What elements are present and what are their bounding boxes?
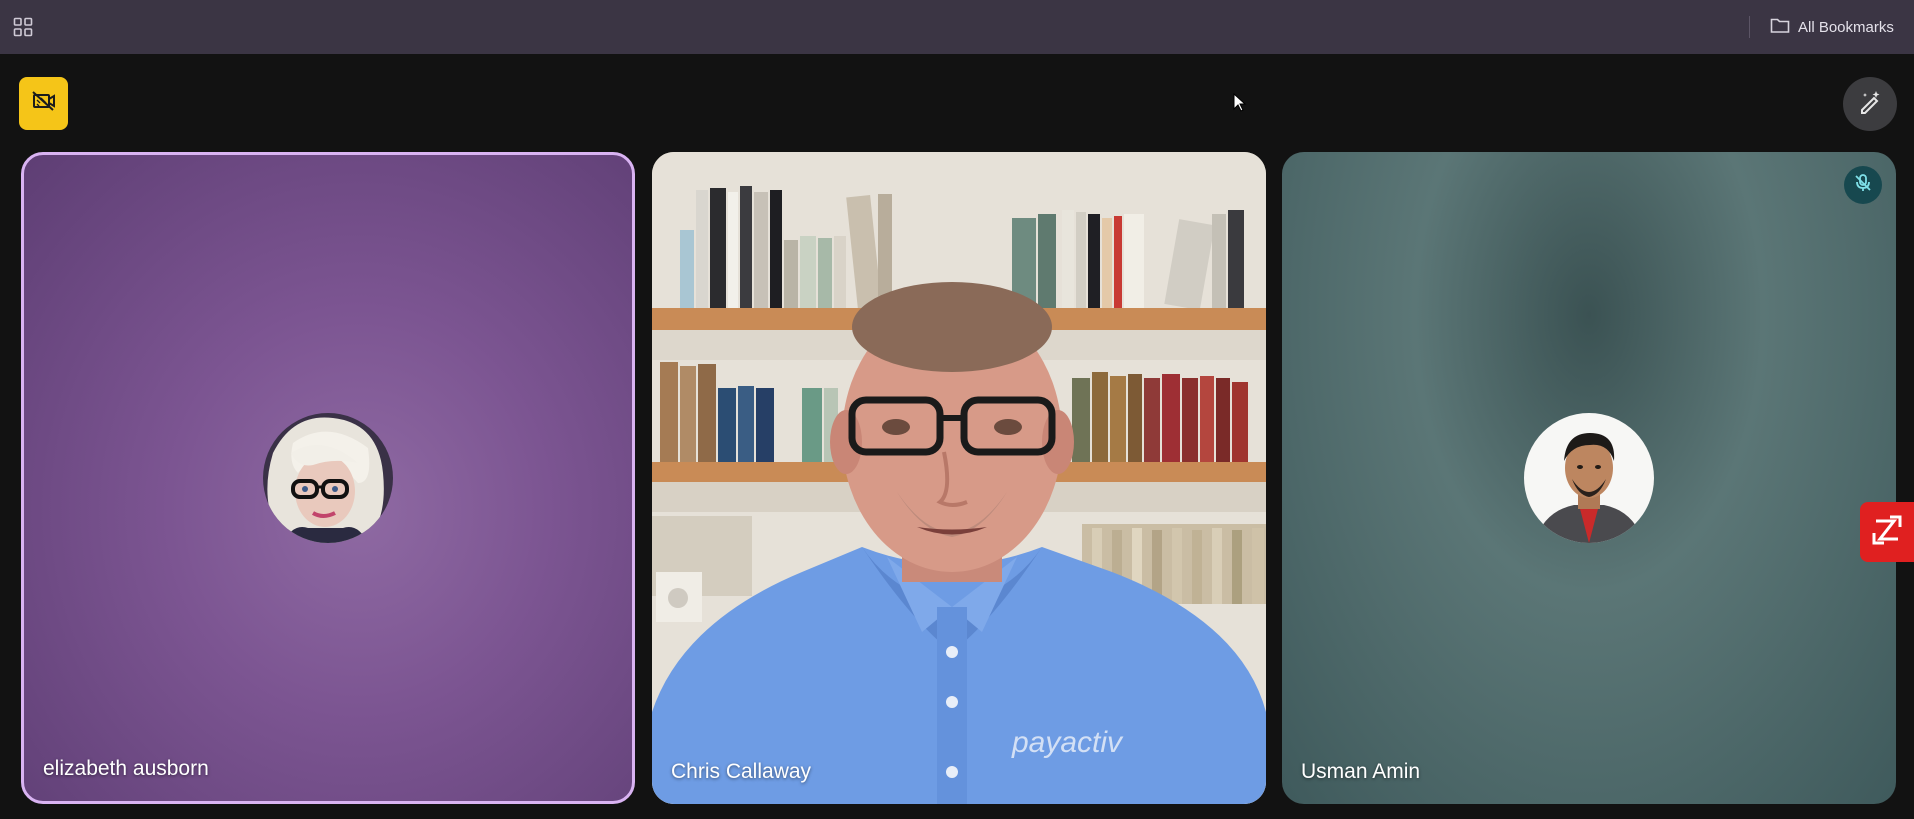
mic-off-icon [1853, 173, 1873, 198]
avatar [263, 413, 393, 543]
participant-tile-chris[interactable]: payactiv Chris Callaway [652, 152, 1266, 804]
participant-tile-usman[interactable]: Usman Amin [1282, 152, 1896, 804]
bookmarks-divider [1749, 16, 1750, 38]
zoho-logo-icon [1870, 513, 1904, 552]
participant-name: Chris Callaway [671, 760, 812, 783]
participant-video: payactiv [652, 152, 1266, 804]
bookmarks-bar: All Bookmarks [0, 0, 1914, 54]
all-bookmarks-label: All Bookmarks [1798, 18, 1894, 36]
folder-icon [1770, 17, 1790, 38]
mouse-cursor-icon [1233, 92, 1247, 113]
participant-name: Usman Amin [1301, 760, 1421, 783]
apps-grid-icon[interactable] [10, 14, 36, 40]
camera-off-icon [31, 90, 57, 117]
magic-pen-icon [1856, 88, 1884, 121]
shirt-logo-text: payactiv [1011, 726, 1124, 759]
zoho-widget-button[interactable] [1860, 502, 1914, 562]
participant-tile-elizabeth[interactable]: elizabeth ausborn [21, 152, 635, 804]
avatar [1524, 413, 1654, 543]
participant-name: elizabeth ausborn [43, 757, 209, 780]
all-bookmarks-button[interactable]: All Bookmarks [1770, 14, 1894, 40]
camera-off-button[interactable] [19, 77, 68, 130]
mic-muted-indicator [1844, 166, 1882, 204]
visual-effects-button[interactable] [1843, 77, 1897, 131]
